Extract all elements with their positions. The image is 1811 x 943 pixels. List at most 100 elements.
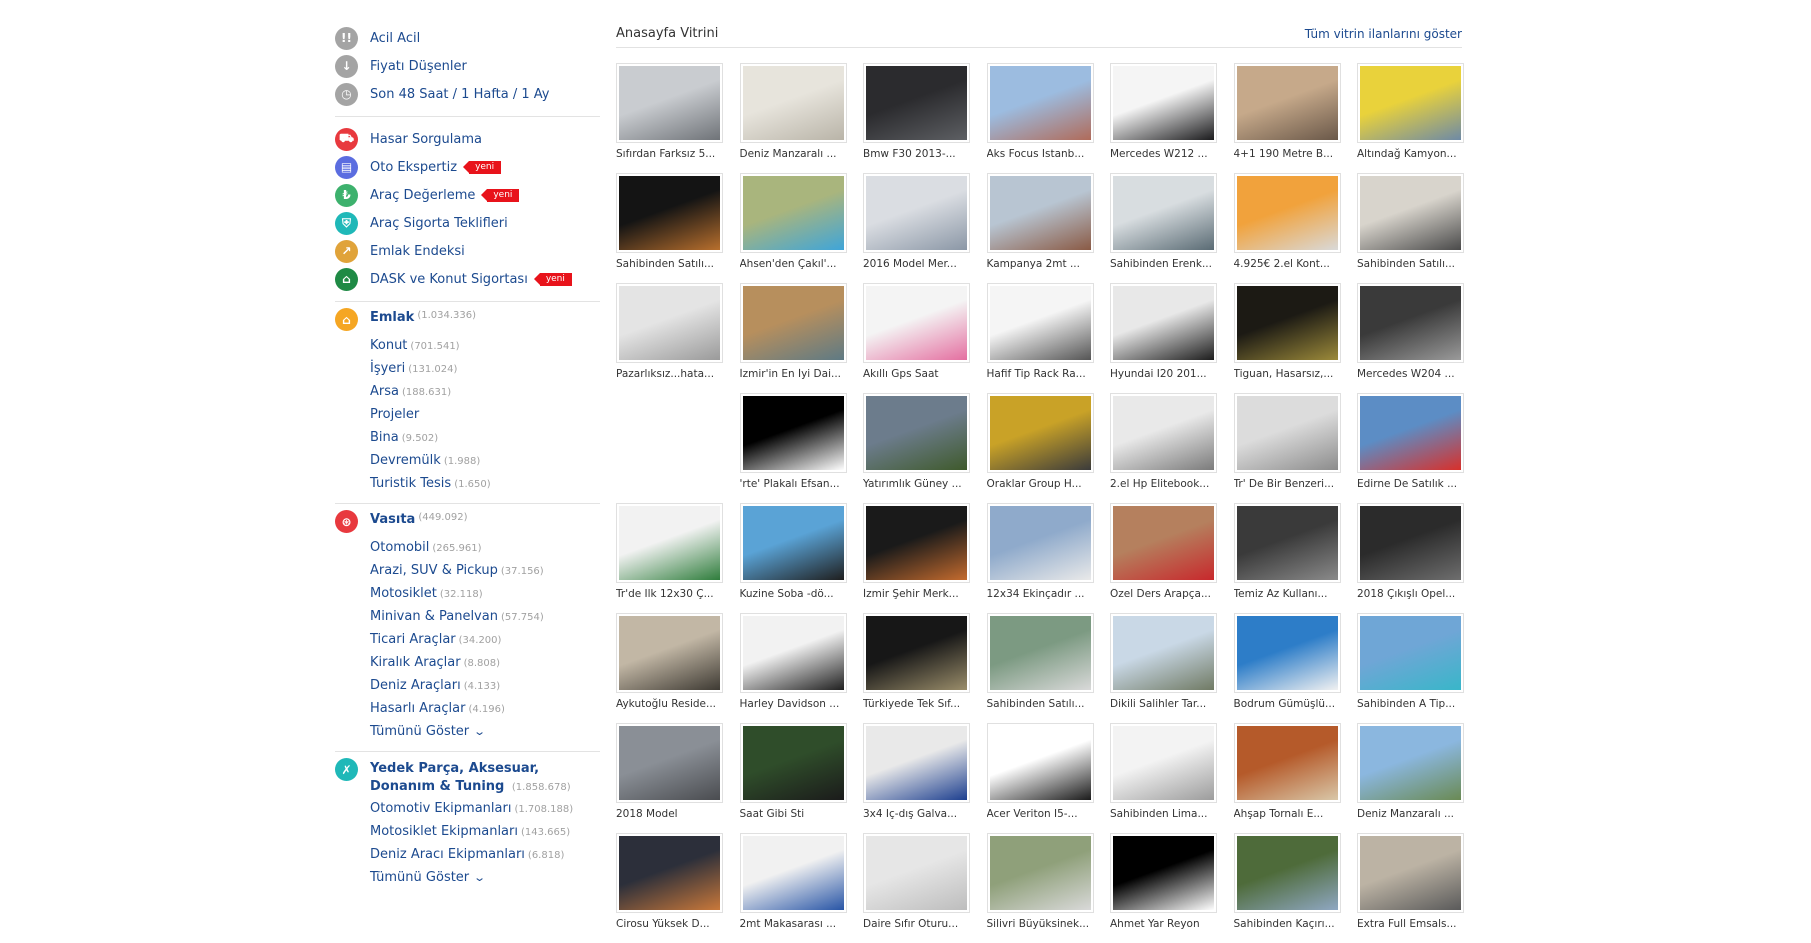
listing-title[interactable]: Sahibinden Satılı... bbox=[987, 698, 1094, 710]
subcategory-link[interactable]: Deniz Aracı Ekipmanları (6.818) bbox=[370, 843, 600, 866]
listing-thumbnail[interactable] bbox=[739, 283, 847, 363]
showcase-listing[interactable]: Kuzine Soba -dö... bbox=[739, 503, 847, 613]
listing-title[interactable]: Mercedes W204 ... bbox=[1357, 368, 1464, 380]
listing-thumbnail[interactable] bbox=[863, 63, 970, 143]
listing-title[interactable]: Ahsen'den Çakıl'... bbox=[740, 258, 847, 270]
listing-title[interactable]: 4.925€ 2.el Kont... bbox=[1234, 258, 1341, 270]
showcase-listing[interactable]: Akıllı Gps Saat bbox=[863, 283, 970, 393]
listing-thumbnail[interactable] bbox=[1233, 283, 1341, 363]
listing-thumbnail[interactable] bbox=[986, 613, 1094, 693]
subcategory-link[interactable]: Bina (9.502) bbox=[370, 426, 600, 449]
listing-title[interactable]: Türkiyede Tek Sıf... bbox=[863, 698, 970, 710]
listing-title[interactable]: 2.el Hp Elitebook... bbox=[1110, 478, 1217, 490]
listing-title[interactable]: Extra Full Emsals... bbox=[1357, 918, 1464, 930]
listing-title[interactable]: Özel Ders Arapça... bbox=[1110, 588, 1217, 600]
showcase-listing[interactable]: Mercedes W204 ... bbox=[1357, 283, 1464, 393]
showcase-listing[interactable]: Bmw F30 2013-... bbox=[863, 63, 970, 173]
showcase-listing[interactable]: Deniz Manzaralı ... bbox=[739, 63, 847, 173]
showcase-listing[interactable]: Hyundai I20 201... bbox=[1110, 283, 1217, 393]
listing-title[interactable]: Sahibinden Erenk... bbox=[1110, 258, 1217, 270]
showcase-listing[interactable]: 4+1 190 Metre B... bbox=[1233, 63, 1341, 173]
subcategory-link[interactable]: Turistik Tesis (1.650) bbox=[370, 472, 600, 495]
listing-title[interactable]: Pazarlıksız...hata... bbox=[616, 368, 723, 380]
listing-title[interactable]: Aykutoğlu Reside... bbox=[616, 698, 723, 710]
listing-thumbnail[interactable] bbox=[616, 63, 723, 143]
showcase-listing[interactable]: 4.925€ 2.el Kont... bbox=[1233, 173, 1341, 283]
listing-thumbnail[interactable] bbox=[1357, 63, 1464, 143]
listing-thumbnail[interactable] bbox=[1110, 63, 1217, 143]
service-link-item[interactable]: ₺ Araç Değerleme yeni bbox=[335, 181, 600, 209]
showcase-listing[interactable]: Tr' De Bir Benzeri... bbox=[1233, 393, 1341, 503]
listing-title[interactable]: Silivri Büyüksinek... bbox=[987, 918, 1094, 930]
listing-title[interactable]: Daire Sıfır Oturu... bbox=[863, 918, 970, 930]
listing-thumbnail[interactable] bbox=[986, 503, 1094, 583]
showcase-listing[interactable]: Tiguan, Hasarsız,... bbox=[1233, 283, 1341, 393]
listing-thumbnail[interactable] bbox=[863, 393, 970, 473]
service-link-item[interactable]: ↗ Emlak Endeksi bbox=[335, 237, 600, 265]
service-link-item[interactable]: ⛨ Araç Sigorta Teklifleri bbox=[335, 209, 600, 237]
listing-title[interactable]: Bmw F30 2013-... bbox=[863, 148, 970, 160]
listing-thumbnail[interactable] bbox=[1357, 503, 1464, 583]
listing-title[interactable]: Sahibinden Satılı... bbox=[1357, 258, 1464, 270]
showcase-listing[interactable]: Temiz Az Kullanı... bbox=[1233, 503, 1341, 613]
showcase-listing[interactable]: Bodrum Gümüşlü... bbox=[1233, 613, 1341, 723]
listing-title[interactable]: Dikili Salihler Tar... bbox=[1110, 698, 1217, 710]
listing-thumbnail[interactable] bbox=[1233, 63, 1341, 143]
showcase-listing[interactable]: Sıfırdan Farksız 5... bbox=[616, 63, 723, 173]
subcategory-link[interactable]: Otomotiv Ekipmanları (1.708.188) bbox=[370, 797, 600, 820]
showcase-listing[interactable]: Kampanya 2mt ... bbox=[986, 173, 1094, 283]
listing-thumbnail[interactable] bbox=[1233, 393, 1341, 473]
showcase-listing[interactable]: Harley Davidson ... bbox=[739, 613, 847, 723]
listing-thumbnail[interactable] bbox=[739, 173, 847, 253]
category-yedek-parca-header[interactable]: ✗ Yedek Parça, Aksesuar, Donanım & Tunin… bbox=[335, 758, 600, 797]
listing-thumbnail[interactable] bbox=[616, 723, 723, 803]
listing-thumbnail[interactable] bbox=[739, 833, 847, 913]
listing-thumbnail[interactable] bbox=[1110, 283, 1217, 363]
listing-title[interactable]: Tr'de Ilk 12x30 Ç... bbox=[616, 588, 723, 600]
listing-thumbnail[interactable] bbox=[616, 503, 723, 583]
listing-thumbnail[interactable] bbox=[1357, 173, 1464, 253]
listing-thumbnail[interactable] bbox=[1110, 173, 1217, 253]
showcase-listing[interactable]: Türkiyede Tek Sıf... bbox=[863, 613, 970, 723]
showcase-listing[interactable]: 2016 Model Mer... bbox=[863, 173, 970, 283]
showcase-listing[interactable]: Aks Focus Istanb... bbox=[986, 63, 1094, 173]
listing-title[interactable]: Tiguan, Hasarsız,... bbox=[1234, 368, 1341, 380]
listing-thumbnail[interactable] bbox=[863, 503, 970, 583]
show-all-link[interactable]: Tümünü Göster ⌄ bbox=[370, 866, 600, 889]
showcase-listing[interactable]: Hafif Tip Rack Ra... bbox=[986, 283, 1094, 393]
showcase-listing[interactable]: 12x34 Ekinçadır ... bbox=[986, 503, 1094, 613]
listing-thumbnail[interactable] bbox=[616, 833, 723, 913]
showcase-listing[interactable]: Özel Ders Arapça... bbox=[1110, 503, 1217, 613]
showcase-listing[interactable]: Pazarlıksız...hata... bbox=[616, 283, 723, 393]
showcase-listing[interactable]: Altındağ Kamyon... bbox=[1357, 63, 1464, 173]
listing-title[interactable]: Ahşap Tornalı E... bbox=[1234, 808, 1341, 820]
listing-thumbnail[interactable] bbox=[1110, 393, 1217, 473]
showcase-listing[interactable]: 3x4 Iç-dış Galva... bbox=[863, 723, 970, 833]
subcategory-link[interactable]: Projeler bbox=[370, 403, 600, 426]
listing-title[interactable]: 12x34 Ekinçadır ... bbox=[987, 588, 1094, 600]
showcase-listing[interactable]: Sahibinden Satılı... bbox=[1357, 173, 1464, 283]
listing-thumbnail[interactable] bbox=[1357, 393, 1464, 473]
showcase-listing[interactable]: Ahsen'den Çakıl'... bbox=[739, 173, 847, 283]
subcategory-link[interactable]: Otomobil (265.961) bbox=[370, 536, 600, 559]
listing-title[interactable]: 2mt Makasarası ... bbox=[740, 918, 847, 930]
listing-thumbnail[interactable] bbox=[863, 613, 970, 693]
listing-title[interactable]: Tr' De Bir Benzeri... bbox=[1234, 478, 1341, 490]
subcategory-link[interactable]: Kiralık Araçlar (8.808) bbox=[370, 651, 600, 674]
showcase-listing[interactable]: Ahşap Tornalı E... bbox=[1233, 723, 1341, 833]
listing-title[interactable]: Temiz Az Kullanı... bbox=[1234, 588, 1341, 600]
listing-title[interactable]: 4+1 190 Metre B... bbox=[1234, 148, 1341, 160]
showcase-listing[interactable]: 'rte' Plakalı Efsan... bbox=[739, 393, 847, 503]
listing-title[interactable]: Cirosu Yüksek D... bbox=[616, 918, 723, 930]
showcase-listing[interactable]: Sahibinden Satılı... bbox=[616, 173, 723, 283]
service-link-item[interactable]: ⌂ DASK ve Konut Sigortası yeni bbox=[335, 265, 600, 293]
showcase-listing[interactable]: Sahibinden Erenk... bbox=[1110, 173, 1217, 283]
listing-thumbnail[interactable] bbox=[616, 613, 723, 693]
showcase-listing[interactable]: Deniz Manzaralı ... bbox=[1357, 723, 1464, 833]
listing-thumbnail[interactable] bbox=[616, 283, 723, 363]
listing-title[interactable]: Altındağ Kamyon... bbox=[1357, 148, 1464, 160]
subcategory-link[interactable]: Devremülk (1.988) bbox=[370, 449, 600, 472]
showcase-listing[interactable]: Oraklar Group H... bbox=[986, 393, 1094, 503]
listing-title[interactable]: 3x4 Iç-dış Galva... bbox=[863, 808, 970, 820]
showcase-listing[interactable]: 2018 Çıkışlı Opel... bbox=[1357, 503, 1464, 613]
